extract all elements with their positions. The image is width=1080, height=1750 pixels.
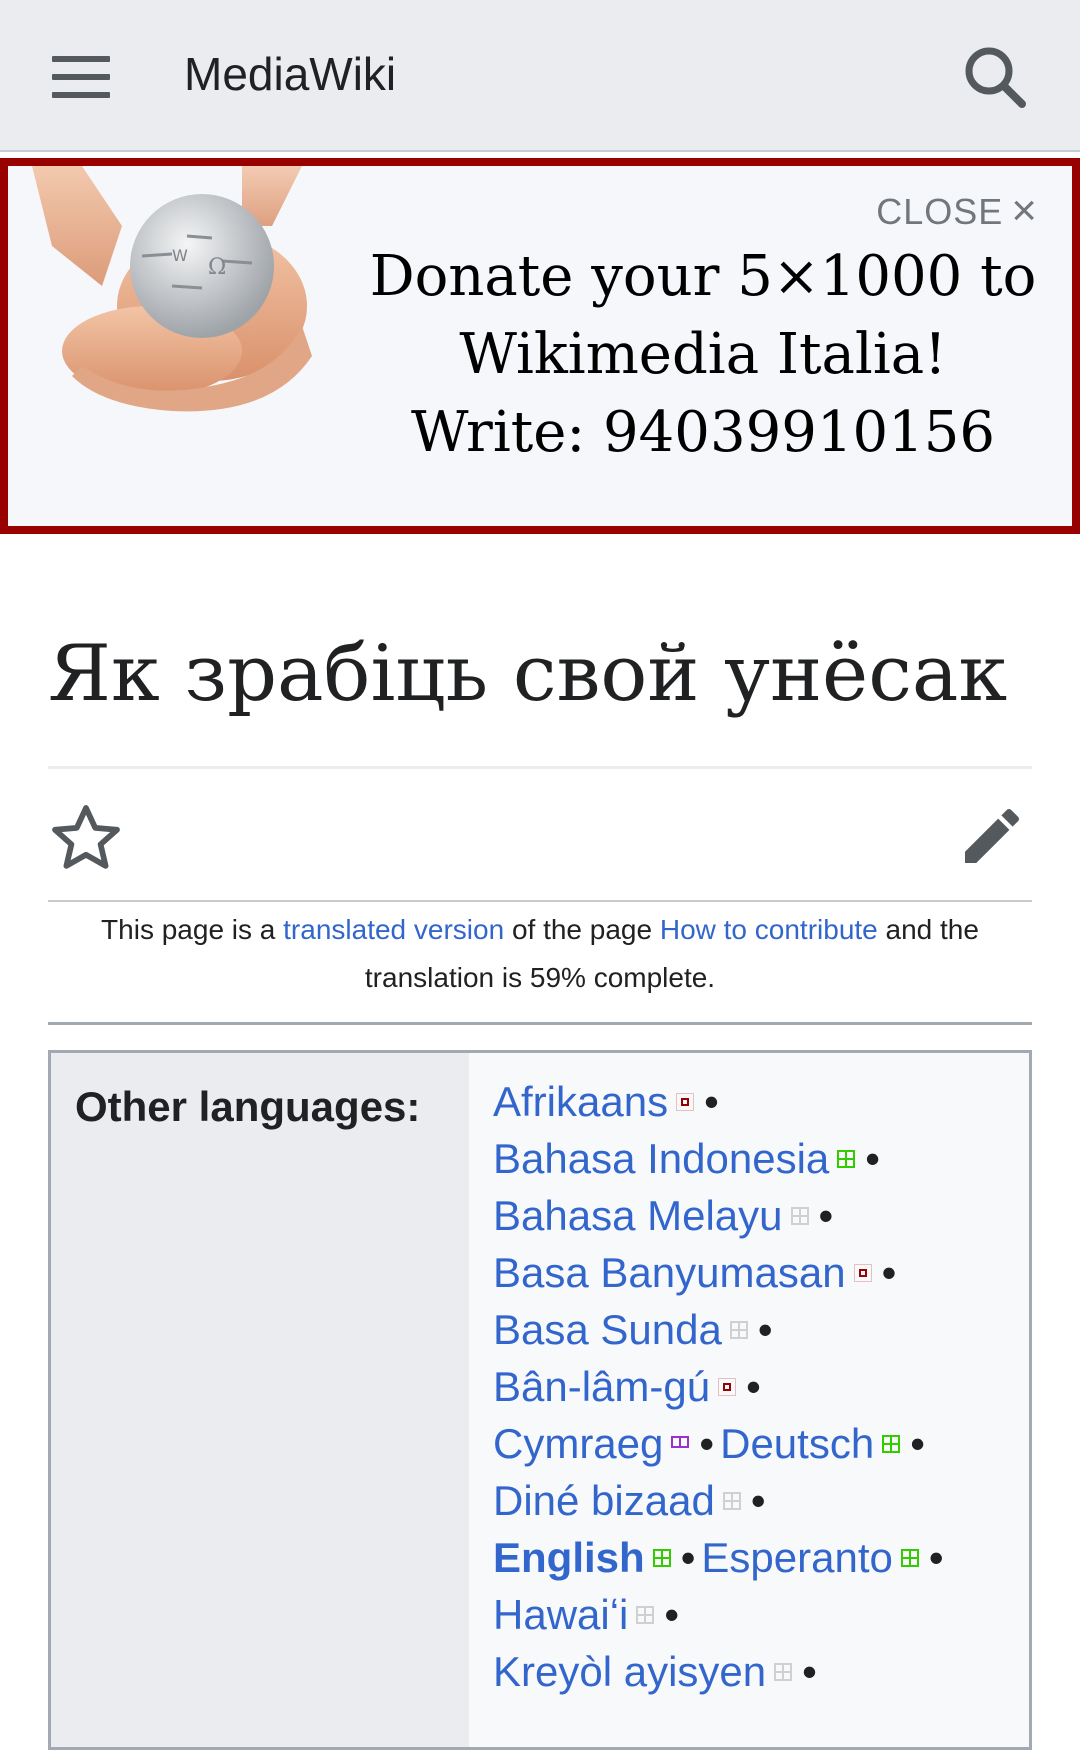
- svg-text:Ω: Ω: [208, 255, 226, 280]
- close-icon: ×: [1011, 186, 1038, 235]
- status-green-icon: [882, 1434, 901, 1453]
- banner-line-2: Wikimedia Italia!: [459, 322, 947, 387]
- status-gray-icon: [722, 1491, 741, 1510]
- separator: •: [928, 1534, 944, 1581]
- language-link[interactable]: Deutsch: [720, 1420, 874, 1467]
- page-title: Як зрабіць свой унёсак: [48, 629, 1008, 719]
- notice-prefix: This page is a: [101, 914, 284, 945]
- separator: •: [750, 1477, 766, 1524]
- status-purple-icon: [671, 1435, 690, 1448]
- status-gray-icon: [636, 1605, 655, 1624]
- language-line: Hawaiʻi •: [493, 1586, 1013, 1643]
- other-languages-label: Other languages:: [75, 1083, 421, 1130]
- language-link[interactable]: Basa Sunda: [493, 1306, 722, 1353]
- notice-mid: of the page: [504, 914, 660, 945]
- banner-close-button[interactable]: CLOSE ×: [876, 186, 1038, 235]
- top-header: MediaWiki: [0, 0, 1080, 152]
- language-link[interactable]: Cymraeg: [493, 1420, 663, 1467]
- watch-star-icon[interactable]: [48, 800, 124, 876]
- languages-label-cell: Other languages:: [51, 1053, 469, 1747]
- separator: •: [757, 1306, 773, 1353]
- edit-pencil-icon[interactable]: [956, 800, 1028, 872]
- language-line: Bahasa Melayu •: [493, 1187, 1013, 1244]
- notice-suffix: and the: [877, 914, 979, 945]
- language-line: Bahasa Indonesia •: [493, 1130, 1013, 1187]
- language-line: Kreyòl ayisyen •: [493, 1643, 1013, 1700]
- separator: •: [746, 1363, 761, 1410]
- language-line: Cymraeg • Deutsch •: [493, 1415, 1013, 1472]
- banner-line-1: Donate your 5×1000 to: [369, 244, 1037, 309]
- separator: •: [881, 1249, 897, 1296]
- status-green-icon: [837, 1149, 856, 1168]
- separator: •: [910, 1420, 925, 1467]
- language-link[interactable]: Esperanto: [701, 1534, 892, 1581]
- banner-close-label: CLOSE: [876, 191, 1004, 232]
- language-line: Basa Banyumasan •: [493, 1244, 1013, 1301]
- separator: •: [704, 1078, 719, 1125]
- language-link[interactable]: Basa Banyumasan: [493, 1249, 846, 1296]
- separator: •: [680, 1534, 696, 1581]
- status-gray-icon: [790, 1206, 809, 1225]
- language-line: Diné bizaad •: [493, 1472, 1013, 1529]
- hamburger-menu-icon[interactable]: [52, 56, 110, 98]
- title-divider: [48, 766, 1032, 769]
- language-line: Afrikaans •: [493, 1073, 1013, 1130]
- separator: •: [818, 1192, 834, 1239]
- how-to-contribute-link[interactable]: How to contribute: [660, 914, 878, 945]
- separator: •: [802, 1648, 817, 1695]
- language-link-current[interactable]: English: [493, 1534, 645, 1581]
- language-line: Basa Sunda •: [493, 1301, 1013, 1358]
- notice-completion: translation is 59% complete.: [364, 962, 716, 993]
- language-link[interactable]: Diné bizaad: [493, 1477, 715, 1524]
- other-languages-box: Other languages: Afrikaans • Bahasa Indon…: [48, 1050, 1032, 1750]
- language-line: English • Esperanto •: [493, 1529, 1013, 1586]
- status-gray-icon: [729, 1320, 748, 1339]
- svg-text:W: W: [172, 246, 188, 265]
- banner-message[interactable]: Donate your 5×1000 to Wikimedia Italia! …: [348, 238, 1058, 472]
- site-title[interactable]: MediaWiki: [184, 46, 396, 102]
- status-green-icon: [900, 1548, 919, 1567]
- status-gray-icon: [774, 1662, 793, 1681]
- language-link[interactable]: Bân-lâm-gú: [493, 1363, 710, 1410]
- language-list: Afrikaans • Bahasa Indonesia • Bahasa Mela…: [493, 1073, 1013, 1700]
- notice-divider: [48, 1022, 1032, 1025]
- status-red-icon: [853, 1263, 872, 1282]
- donation-banner: Ω W CLOSE × Donate your 5×1000 to Wikimed…: [0, 158, 1080, 534]
- translated-version-link[interactable]: translated version: [283, 914, 504, 945]
- separator: •: [865, 1135, 880, 1182]
- status-red-icon: [718, 1377, 737, 1396]
- language-line: Bân-lâm-gú •: [493, 1358, 1013, 1415]
- language-link[interactable]: Bahasa Indonesia: [493, 1135, 829, 1182]
- language-link[interactable]: Hawaiʻi: [493, 1591, 628, 1638]
- banner-line-3: Write: 94039910156: [411, 400, 995, 465]
- language-link[interactable]: Afrikaans: [493, 1078, 668, 1125]
- separator: •: [664, 1591, 680, 1638]
- search-icon[interactable]: [962, 44, 1028, 110]
- status-red-icon: [676, 1092, 695, 1111]
- hands-holding-globe-image: Ω W: [12, 166, 322, 416]
- language-link[interactable]: Kreyòl ayisyen: [493, 1648, 766, 1695]
- status-green-icon: [652, 1548, 671, 1567]
- language-link[interactable]: Bahasa Melayu: [493, 1192, 783, 1239]
- translation-notice: This page is a translated version of the…: [48, 900, 1032, 1002]
- separator: •: [699, 1420, 715, 1467]
